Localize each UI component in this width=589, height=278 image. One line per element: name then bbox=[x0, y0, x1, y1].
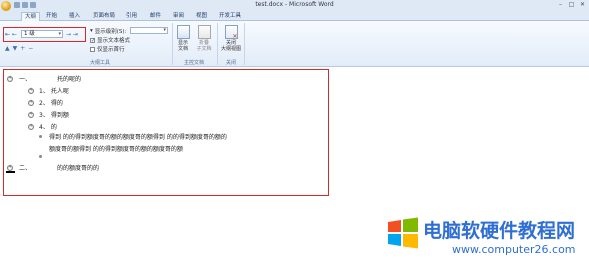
outline-number: 一、 bbox=[19, 76, 32, 83]
close-outline-view-icon bbox=[224, 25, 238, 40]
tab-developer[interactable]: 开发工具 bbox=[219, 12, 241, 21]
promote-to-heading1-icon[interactable]: ⇤ ← bbox=[5, 31, 17, 38]
collapse-subdocuments-button[interactable]: 折叠 子文档 bbox=[195, 25, 213, 52]
show-level-label: 显示级别(S): bbox=[94, 29, 127, 35]
outline-text: 得到额 bbox=[50, 112, 69, 119]
outline-item[interactable]: 2、 得的 bbox=[28, 98, 63, 107]
logo-red-pane bbox=[388, 220, 401, 232]
body-text-bullet-icon bbox=[39, 135, 42, 138]
master-document-group-label: 主控文档 bbox=[183, 60, 204, 66]
tab-review[interactable]: 审阅 bbox=[173, 12, 184, 21]
logo-blue-pane bbox=[388, 234, 401, 246]
outline-number: 1、 bbox=[39, 88, 49, 95]
expand-symbol-icon[interactable] bbox=[28, 111, 34, 118]
outline-text: 的的额度哥的的 bbox=[57, 165, 100, 172]
outline-item[interactable]: 一、 托的呢的 bbox=[7, 74, 81, 83]
tab-outline[interactable]: 大纲 bbox=[21, 12, 41, 21]
close-group-label: 关闭 bbox=[225, 60, 236, 66]
expand-symbol-icon[interactable] bbox=[7, 164, 13, 171]
logo-green-pane bbox=[403, 217, 418, 232]
collapse-subdocuments-label: 折叠 子文档 bbox=[196, 40, 212, 52]
expand-symbol-icon[interactable] bbox=[7, 75, 13, 82]
body-text-bullet-icon bbox=[39, 155, 42, 158]
outline-item[interactable]: 4、 的 bbox=[28, 122, 57, 131]
close-button[interactable]: ✕ bbox=[578, 1, 587, 9]
ribbon: ⇤ ← 1 级 → ⇥ ▲▼+− ▾ 显示级别(S): ✓ 显示文本格式 仅显示… bbox=[0, 21, 589, 67]
tab-insert[interactable]: 插入 bbox=[69, 12, 80, 21]
show-level-icon: ▾ bbox=[90, 28, 93, 34]
expand-symbol-icon[interactable] bbox=[28, 87, 34, 94]
body-text: 额度哥的额得到 的的得到额度哥的额的额度哥的额 bbox=[49, 146, 183, 153]
show-document-icon bbox=[176, 25, 190, 39]
body-text: 得到 的的得到额度哥的额的额度哥的额得到 的的得到额度哥的额的 bbox=[49, 134, 227, 141]
outline-level-dropdown[interactable]: 1 级 bbox=[21, 30, 63, 38]
body-text-item[interactable]: 得到 的的得到额度哥的额的额度哥的额得到 的的得到额度哥的额的 bbox=[39, 132, 227, 141]
outline-tools-group-label: 大纲工具 bbox=[89, 60, 110, 66]
text-cursor bbox=[6, 171, 15, 173]
outline-number: 二、 bbox=[19, 165, 32, 172]
tab-home[interactable]: 开始 bbox=[46, 12, 57, 21]
tab-references[interactable]: 引用 bbox=[126, 12, 137, 21]
move-expand-collapse-icons[interactable]: ▲▼+− bbox=[5, 45, 36, 52]
collapse-subdocuments-icon bbox=[197, 25, 211, 39]
outline-number: 2、 bbox=[39, 100, 49, 107]
windows-logo-icon bbox=[388, 217, 418, 249]
outline-item[interactable]: 二、 的的额度哥的的 bbox=[7, 163, 99, 172]
show-text-format-checkbox[interactable]: ✓ bbox=[90, 37, 95, 43]
outline-item[interactable]: 3、 得到额 bbox=[28, 110, 69, 119]
tab-mailings[interactable]: 邮件 bbox=[150, 12, 161, 21]
show-document-label: 显示 文档 bbox=[177, 40, 188, 52]
show-first-line-row[interactable]: 仅显示首行 bbox=[90, 45, 125, 53]
outline-number: 4、 bbox=[39, 124, 49, 131]
expand-symbol-icon[interactable] bbox=[28, 123, 34, 130]
body-text-item[interactable] bbox=[39, 155, 42, 158]
show-document-button[interactable]: 显示 文档 bbox=[174, 25, 192, 52]
show-first-line-checkbox[interactable] bbox=[90, 46, 95, 52]
group-divider bbox=[172, 23, 173, 65]
outline-text: 托人呢 bbox=[50, 88, 69, 95]
close-outline-view-label: 关闭 大纲视图 bbox=[220, 40, 241, 52]
body-text-line[interactable]: 额度哥的额得到 的的得到额度哥的额的额度哥的额 bbox=[49, 144, 183, 153]
minimize-button[interactable]: – bbox=[556, 1, 565, 9]
outline-text: 的 bbox=[50, 124, 57, 131]
group-divider bbox=[217, 23, 218, 65]
watermark-url: www.computer26.com bbox=[452, 243, 576, 256]
outline-number: 3、 bbox=[39, 112, 49, 119]
show-level-dropdown[interactable] bbox=[130, 27, 168, 34]
demote-icon[interactable]: → ⇥ bbox=[66, 31, 78, 38]
title-bar: test.docx - Microsoft Word – □ ✕ bbox=[0, 0, 589, 11]
show-first-line-label: 仅显示首行 bbox=[97, 47, 125, 53]
close-outline-view-button[interactable]: 关闭 大纲视图 bbox=[220, 25, 242, 52]
ribbon-tab-bar: 大纲 开始 插入 页面布局 引用 邮件 审阅 视图 开发工具 bbox=[0, 11, 589, 21]
outline-text: 得的 bbox=[50, 100, 63, 107]
show-text-format-row[interactable]: ✓ 显示文本格式 bbox=[90, 36, 130, 44]
outline-item[interactable]: 1、 托人呢 bbox=[28, 86, 69, 95]
logo-yellow-pane bbox=[403, 234, 418, 249]
group-divider bbox=[244, 23, 245, 65]
expand-symbol-icon[interactable] bbox=[28, 99, 34, 106]
maximize-button[interactable]: □ bbox=[567, 1, 576, 9]
show-level-row: ▾ 显示级别(S): bbox=[90, 27, 126, 35]
show-text-format-label: 显示文本格式 bbox=[97, 38, 131, 44]
tab-page-layout[interactable]: 页面布局 bbox=[93, 12, 115, 21]
window-controls: – □ ✕ bbox=[556, 1, 587, 9]
outline-text: 托的呢的 bbox=[57, 76, 82, 83]
tab-view[interactable]: 视图 bbox=[196, 12, 207, 21]
watermark-title: 电脑软硬件教程网 bbox=[423, 220, 576, 242]
window-title: test.docx - Microsoft Word bbox=[255, 1, 334, 8]
